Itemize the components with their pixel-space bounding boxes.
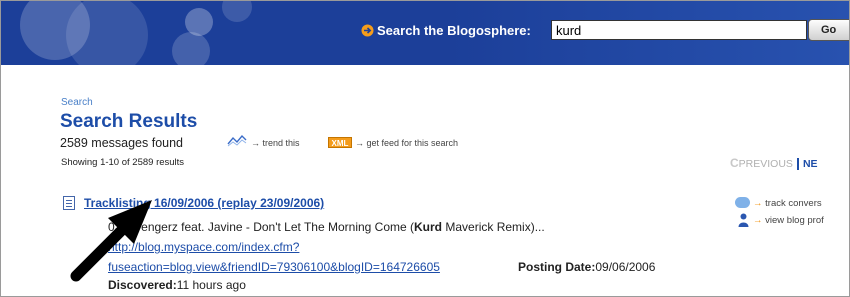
- pointer-arrow-annotation: [70, 200, 152, 282]
- xml-feed-icon[interactable]: XML: [328, 137, 352, 148]
- feed-link[interactable]: → get feed for this search: [355, 138, 458, 148]
- snippet-keyword: Kurd: [414, 220, 443, 234]
- arrow-right-icon: →: [753, 198, 766, 209]
- pagination-divider: [796, 158, 799, 171]
- search-arrow-icon: [361, 24, 374, 37]
- person-icon: [738, 213, 749, 227]
- posting-date: Posting Date:09/06/2006: [518, 260, 655, 274]
- view-blog-profile-label: view blog prof: [765, 215, 824, 226]
- go-button[interactable]: Go: [808, 19, 850, 41]
- previous-link[interactable]: PREVIOUS: [739, 158, 793, 170]
- previous-icon: C: [730, 156, 739, 170]
- posting-date-label: Posting Date:: [518, 260, 596, 274]
- pagination: CPREVIOUS NE: [730, 156, 818, 171]
- posting-date-value: 09/06/2006: [595, 260, 656, 274]
- decorative-circle: [172, 32, 210, 65]
- search-input[interactable]: [551, 20, 807, 40]
- track-conversation-label: track convers: [765, 198, 822, 209]
- speech-bubble-icon: [735, 197, 750, 208]
- discovered-value: 11 hours ago: [176, 278, 246, 292]
- search-label: Search the Blogosphere:: [377, 23, 531, 38]
- view-blog-profile-link[interactable]: → view blog prof: [753, 215, 824, 226]
- decorative-circle: [222, 0, 252, 22]
- results-range: Showing 1-10 of 2589 results: [61, 157, 185, 168]
- trend-icon[interactable]: [227, 134, 247, 147]
- page-title: Search Results: [60, 111, 198, 132]
- result-snippet: 03. Avengerz feat. Javine - Don't Let Th…: [108, 220, 545, 234]
- snippet-text-end: Maverick Remix)...: [442, 220, 545, 234]
- trend-link-label: → trend this: [251, 138, 300, 148]
- trend-link[interactable]: → trend this: [251, 138, 300, 148]
- next-link[interactable]: NE: [803, 158, 818, 170]
- track-conversation-link[interactable]: → track convers: [753, 198, 822, 209]
- message-count: 2589 messages found: [60, 136, 184, 150]
- decorative-circle: [66, 0, 148, 65]
- breadcrumb[interactable]: Search: [61, 97, 93, 108]
- arrow-right-icon: →: [753, 215, 766, 226]
